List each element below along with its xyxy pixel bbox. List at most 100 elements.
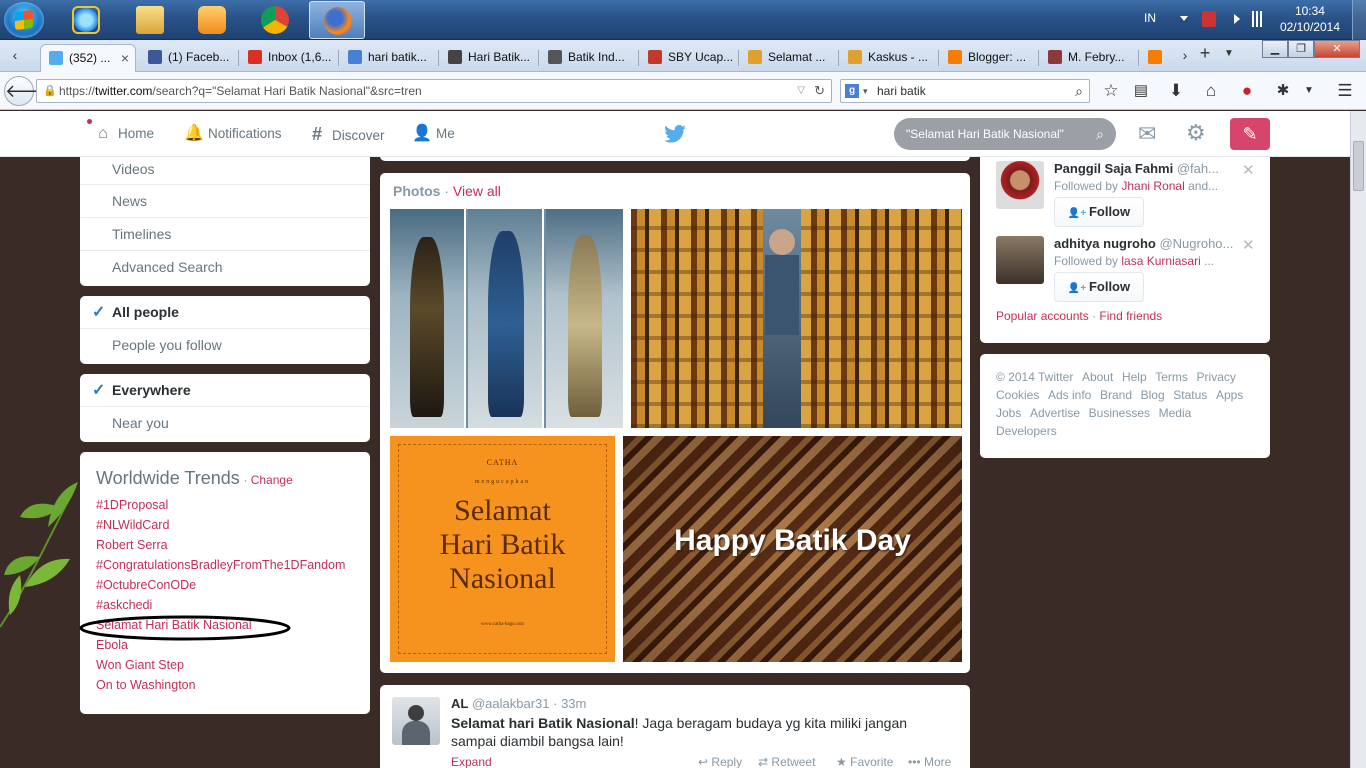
nav-notifications[interactable]: 🔔 Notifications [184, 111, 282, 157]
suggestion-avatar[interactable] [996, 236, 1044, 284]
volume-icon[interactable] [1234, 14, 1240, 24]
photo-happy-batik-day[interactable]: Happy Batik Day [623, 436, 962, 662]
page-scrollbar[interactable] [1350, 111, 1366, 768]
browser-tab[interactable]: (1) Faceb... [140, 44, 236, 72]
footer-link[interactable]: About [1082, 370, 1113, 384]
tweet-expand-link[interactable]: Expand [451, 755, 492, 768]
start-button[interactable] [4, 2, 44, 38]
compose-tweet-button[interactable]: ✎ [1230, 118, 1270, 150]
browser-tab[interactable]: hari batik... [340, 44, 436, 72]
reload-icon[interactable]: ↻ [814, 80, 825, 102]
url-dropdown-icon[interactable]: ▽ [797, 80, 805, 102]
photo-batik-fabrics[interactable] [631, 209, 962, 428]
filter-everywhere[interactable]: ✓ Everywhere [80, 374, 370, 407]
show-desktop-button[interactable] [1352, 0, 1366, 40]
tweet-author-name[interactable]: AL [451, 696, 468, 711]
popular-accounts-link[interactable]: Popular accounts [996, 309, 1089, 323]
nav-me[interactable]: 👤 Me [412, 111, 455, 157]
trends-change-link[interactable]: Change [251, 473, 293, 487]
footer-link[interactable]: Advertise [1030, 406, 1080, 420]
photos-view-all-link[interactable]: View all [453, 183, 501, 199]
filter-near-you[interactable]: Near you [80, 407, 370, 440]
security-flag-icon[interactable] [1202, 11, 1216, 27]
photo-batik-fashion[interactable] [390, 209, 623, 428]
new-tab-button[interactable]: + [1192, 40, 1218, 66]
taskbar-firefox[interactable] [309, 1, 365, 39]
suggestion-name-line[interactable]: Panggil Saja Fahmi @fah... [1054, 161, 1244, 176]
back-button[interactable]: 🡐 [4, 76, 53, 106]
trend-item[interactable]: #1DProposal [96, 495, 370, 515]
addon-icon[interactable]: ✱ [1270, 78, 1296, 104]
taskbar-ie[interactable] [58, 1, 114, 39]
suggestion-name-line[interactable]: adhitya nugroho @Nugroho... [1054, 236, 1244, 251]
tweet-time[interactable]: · 33m [553, 696, 586, 711]
footer-link[interactable]: © 2014 Twitter [996, 370, 1073, 384]
home-icon[interactable]: ⌂ [1198, 78, 1224, 104]
suggestion-avatar[interactable] [996, 161, 1044, 209]
tweet-card[interactable]: AL @aalakbar31 · 33m Selamat hari Batik … [380, 685, 970, 768]
dismiss-suggestion-icon[interactable]: ✕ [1242, 161, 1255, 179]
tweet-favorite-action[interactable]: ★ Favorite [836, 755, 893, 768]
bookmark-star-icon[interactable]: ☆ [1098, 78, 1124, 104]
tweet-avatar[interactable] [392, 697, 440, 745]
trend-item[interactable]: #askchedi [96, 595, 370, 615]
downloads-icon[interactable]: ⬇ [1163, 78, 1189, 104]
browser-tab[interactable]: SBY Ucap... [640, 44, 736, 72]
tweet-reply-action[interactable]: ↩ Reply [698, 755, 742, 768]
browser-tab[interactable]: M. Febry... [1040, 44, 1136, 72]
dismiss-suggestion-icon[interactable]: ✕ [1242, 236, 1255, 254]
followed-by-link[interactable]: Jhani Ronal [1121, 179, 1184, 193]
google-icon[interactable]: g [845, 84, 859, 98]
nav-discover[interactable]: # Discover [308, 111, 385, 157]
footer-link[interactable]: Brand [1100, 388, 1132, 402]
trend-item[interactable]: Robert Serra [96, 535, 370, 555]
trend-item[interactable]: Won Giant Step [96, 655, 370, 675]
site-identity-icon[interactable]: 🔒 [43, 80, 57, 102]
footer-link[interactable]: Cookies [996, 388, 1039, 402]
tweet-retweet-action[interactable]: ⇄ Retweet [758, 755, 815, 768]
search-go-icon[interactable]: ⌕ [1075, 80, 1083, 102]
footer-link[interactable]: Jobs [996, 406, 1021, 420]
addon-dropdown-icon[interactable]: ▼ [1296, 78, 1322, 104]
tray-expand-icon[interactable] [1180, 16, 1188, 21]
twitter-search-input[interactable]: "Selamat Hari Batik Nasional" ⌕ [894, 118, 1116, 150]
footer-link[interactable]: Apps [1216, 388, 1243, 402]
taskbar-chrome[interactable] [247, 1, 303, 39]
footer-link[interactable]: Help [1122, 370, 1147, 384]
filter-all-people[interactable]: ✓ All people [80, 296, 370, 329]
restore-button[interactable]: ❐ [1288, 40, 1314, 58]
trend-item[interactable]: On to Washington [96, 675, 370, 695]
footer-link[interactable]: Blog [1141, 388, 1165, 402]
search-menu-item[interactable]: Videos [80, 157, 370, 185]
browser-tab[interactable]: Batik Ind... [540, 44, 636, 72]
follow-button[interactable]: 👤+ Follow [1054, 272, 1144, 302]
scrollbar-thumb[interactable] [1353, 141, 1364, 191]
nav-home[interactable]: ⌂ Home [94, 111, 154, 157]
settings-gear-icon[interactable]: ⚙ [1186, 121, 1206, 145]
search-engine-bar[interactable]: g ▾ hari batik ⌕ [840, 79, 1090, 103]
search-menu-item[interactable]: Timelines [80, 218, 370, 251]
followed-by-link[interactable]: lasa Kurniasari [1121, 254, 1200, 268]
follow-button[interactable]: 👤+ Follow [1054, 197, 1144, 227]
browser-tab[interactable]: Selamat ... [740, 44, 836, 72]
network-icon[interactable] [1252, 11, 1266, 27]
close-tab-icon[interactable]: × [121, 45, 129, 71]
search-menu-item[interactable]: News [80, 185, 370, 218]
search-engine-dropdown-icon[interactable]: ▾ [863, 80, 868, 102]
language-indicator[interactable]: IN [1144, 11, 1156, 25]
taskbar-media-player[interactable] [184, 1, 240, 39]
trend-item[interactable]: #CongratulationsBradleyFromThe1DFandom [96, 555, 370, 575]
clock[interactable]: 10:34 02/10/2014 [1280, 3, 1340, 35]
browser-tab[interactable]: Kaskus - ... [840, 44, 936, 72]
taskbar-explorer[interactable] [122, 1, 178, 39]
pinterest-icon[interactable]: ● [1234, 78, 1260, 104]
footer-link[interactable]: Privacy [1197, 370, 1236, 384]
footer-link[interactable]: Status [1173, 388, 1207, 402]
footer-link[interactable]: Terms [1155, 370, 1188, 384]
footer-link[interactable]: Businesses [1089, 406, 1150, 420]
messages-envelope-icon[interactable]: ✉ [1138, 122, 1156, 146]
url-bar[interactable]: 🔒 https://twitter.com/search?q="Selamat … [36, 79, 832, 103]
footer-link[interactable]: Developers [996, 424, 1057, 438]
tabs-scroll-left-icon[interactable]: ‹ [2, 42, 28, 68]
trend-item[interactable]: #OctubreConODe [96, 575, 370, 595]
